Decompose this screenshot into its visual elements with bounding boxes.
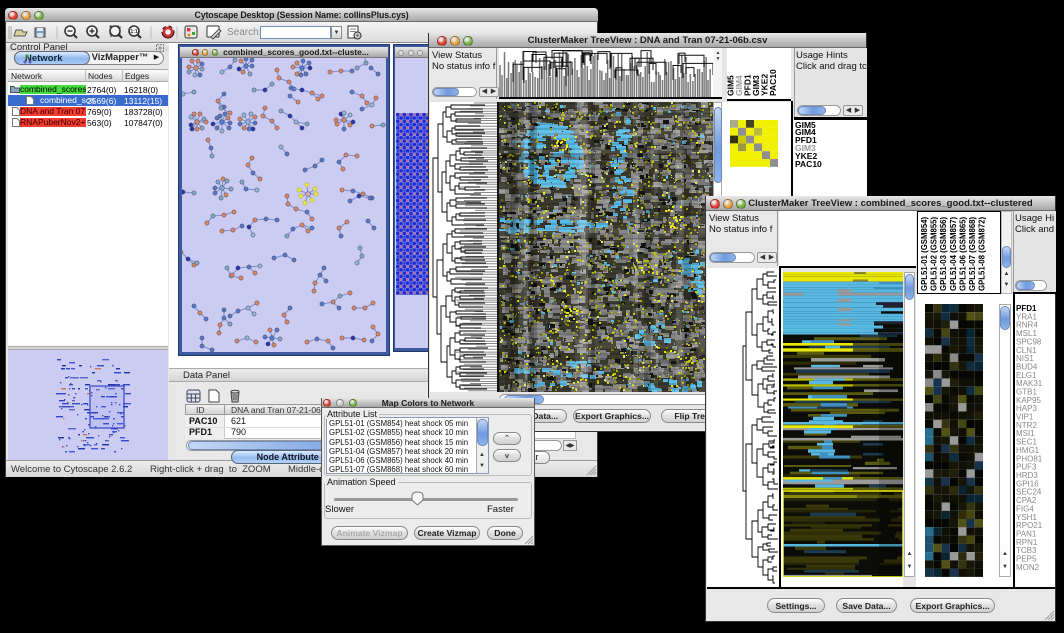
svg-text:GPL51-03 (GSM856): GPL51-03 (GSM856) xyxy=(939,216,948,291)
svg-text:GPL51-01 (GSM854): GPL51-01 (GSM854) xyxy=(920,216,929,291)
svg-text:GPL51-08 (GSM872): GPL51-08 (GSM872) xyxy=(978,216,987,291)
svg-text:GPL51-07 (GSM868): GPL51-07 (GSM868) xyxy=(968,216,977,291)
svg-text:1:1: 1:1 xyxy=(130,29,137,35)
svg-text:GPL51-06 (GSM865): GPL51-06 (GSM865) xyxy=(958,216,967,291)
svg-text:GPL51-02 (GSM855): GPL51-02 (GSM855) xyxy=(930,216,939,291)
svg-text:GPL51-04 (GSM857): GPL51-04 (GSM857) xyxy=(949,216,958,291)
svg-text:PAC10: PAC10 xyxy=(768,69,778,96)
svg-text:MON2: MON2 xyxy=(1016,563,1040,572)
